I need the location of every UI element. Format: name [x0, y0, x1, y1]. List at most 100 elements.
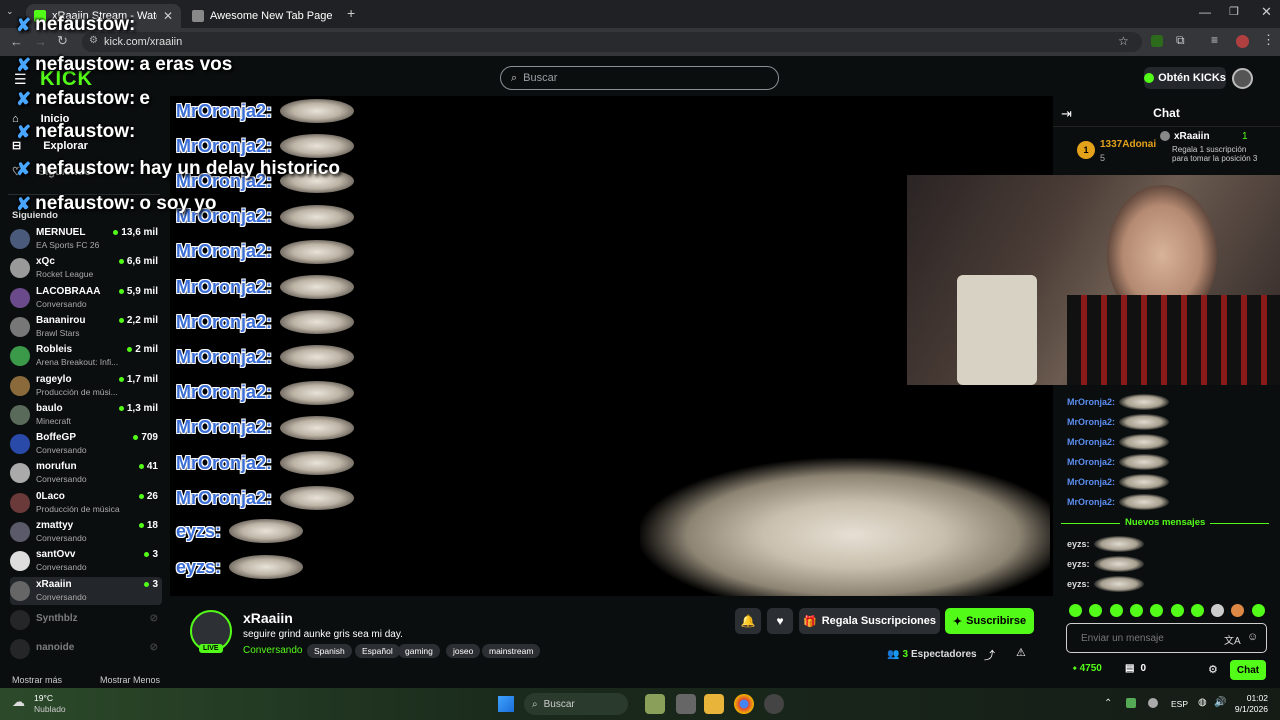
sidebar-item-channel[interactable]: Bananirou Brawl Stars 2,2 mil	[10, 313, 162, 341]
new-messages-label: Nuevos mensajes	[1120, 517, 1211, 528]
extensions-puzzle-icon[interactable]: ⧉	[1176, 33, 1185, 48]
chat-username[interactable]: MrOronja2:	[1067, 437, 1115, 447]
chat-username[interactable]: MrOronja2:	[1067, 477, 1115, 487]
chat-username[interactable]: MrOronja2:	[1067, 497, 1115, 507]
chat-username[interactable]: MrOronja2:	[1067, 417, 1115, 427]
points-display[interactable]: ▤ 0	[1125, 663, 1146, 674]
windows-start-icon[interactable]	[498, 696, 514, 712]
chat-username[interactable]: MrOronja2:	[1067, 457, 1115, 467]
sidebar-item-channel[interactable]: BoffeGP Conversando 709	[10, 430, 162, 458]
sidebar-item-channel[interactable]: Synthblz ⊘	[10, 606, 162, 634]
stream-tag[interactable]: gaming	[398, 644, 440, 658]
sidebar-item-channel[interactable]: zmattyy Conversando 18	[10, 518, 162, 546]
sidebar-item-channel[interactable]: xRaaiin Conversando 3	[10, 576, 162, 605]
minimize-icon[interactable]: —	[1199, 5, 1211, 19]
language-indicator[interactable]: ESP	[1171, 699, 1188, 709]
emoji-icon[interactable]: ☺	[1247, 631, 1258, 643]
live-dot-icon	[118, 288, 124, 294]
forward-icon[interactable]: →	[34, 34, 47, 49]
leaderboard-gift-user[interactable]: xRaaiin	[1174, 131, 1210, 142]
follow-heart-button[interactable]: ♥	[767, 608, 793, 634]
sidebar-item-channel[interactable]: xQc Rocket League 6,6 mil	[10, 254, 162, 282]
send-chat-button[interactable]: Chat	[1230, 660, 1266, 680]
get-kicks-button[interactable]: Obtén KICKs	[1144, 67, 1226, 89]
weather-cloud-icon[interactable]: ☁	[12, 694, 25, 710]
wifi-icon[interactable]: ◍	[1198, 697, 1207, 708]
bookmark-star-icon[interactable]: ☆	[1118, 34, 1129, 48]
cat-emote	[1119, 414, 1170, 430]
maximize-icon[interactable]: ❐	[1229, 5, 1239, 18]
show-less-link[interactable]: Mostrar Menos	[100, 675, 160, 685]
sidebar-item-channel[interactable]: 0Laco Producción de música 26	[10, 489, 162, 517]
emote-icon[interactable]	[1170, 604, 1184, 617]
notification-bell-button[interactable]: 🔔	[735, 608, 761, 634]
sidebar-item-channel[interactable]: rageylo Producción de músi... 1,7 mil	[10, 372, 162, 400]
stream-tag[interactable]: mainstream	[482, 644, 541, 658]
get-kicks-label: Obtén KICKs	[1158, 72, 1226, 84]
tray-app-icon[interactable]	[1148, 698, 1158, 708]
sidebar-item-channel[interactable]: nanoide ⊘	[10, 635, 162, 663]
stream-tag[interactable]: joseo	[446, 644, 481, 658]
chat-settings-icon[interactable]: ⚙	[1208, 663, 1218, 676]
user-avatar[interactable]	[1232, 68, 1253, 89]
profile-avatar[interactable]	[1236, 35, 1249, 48]
chrome-icon[interactable]	[734, 694, 754, 714]
subscribe-button[interactable]: ✦ Suscribirse	[945, 608, 1034, 634]
video-chat-username: eyzs:	[176, 520, 222, 541]
reading-list-icon[interactable]: ≡	[1211, 33, 1218, 47]
taskbar-search-label: Buscar	[543, 698, 575, 710]
sidebar-item-channel[interactable]: LACOBRAAA Conversando 5,9 mil	[10, 284, 162, 312]
report-icon[interactable]: ⚠	[1016, 646, 1026, 659]
live-dot-icon	[118, 317, 124, 323]
search-input[interactable]: ⌕ Buscar	[500, 66, 779, 90]
show-more-link[interactable]: Mostrar más	[12, 675, 62, 685]
chat-input[interactable]: Enviar un mensaje 文A ☺	[1066, 623, 1267, 653]
taskbar-app-icon[interactable]	[676, 694, 696, 714]
browser-menu-icon[interactable]: ⋮	[1262, 32, 1275, 48]
sidebar-item-channel[interactable]: baulo Minecraft 1,3 mil	[10, 401, 162, 429]
sidebar-item-channel[interactable]: Robleis Arena Breakout: Infi... 2 mil	[10, 342, 162, 370]
close-window-icon[interactable]: ✕	[1261, 4, 1272, 20]
leaderboard-top-user[interactable]: 1337Adonai	[1100, 139, 1156, 150]
emote-icon[interactable]	[1251, 604, 1265, 617]
chat-username[interactable]: eyzs:	[1067, 539, 1090, 549]
tab-new-tab[interactable]: Awesome New Tab Page ✕	[184, 4, 340, 28]
streamer-name[interactable]: xRaaiin	[243, 610, 293, 626]
sidebar-item-channel[interactable]: morufun Conversando 41	[10, 459, 162, 487]
stream-tag[interactable]: Español	[355, 644, 400, 658]
back-icon[interactable]: ←	[10, 34, 23, 49]
share-icon[interactable]: ⤴	[984, 647, 995, 663]
url-field[interactable]: ⚙ kick.com/xraaiin ☆	[82, 32, 1142, 52]
stream-tag[interactable]: Spanish	[307, 644, 352, 658]
chat-username[interactable]: MrOronja2:	[1067, 397, 1115, 407]
chat-username[interactable]: eyzs:	[1067, 579, 1090, 589]
viewers-number: 3	[902, 649, 909, 660]
clock-time[interactable]: 01:02	[1238, 693, 1268, 703]
extension-icon[interactable]	[1151, 35, 1163, 47]
taskbar-app-icon[interactable]	[645, 694, 665, 714]
category-link[interactable]: Conversando	[243, 645, 302, 656]
taskbar-search[interactable]: ⌕ Buscar	[524, 693, 628, 715]
emote-icon[interactable]	[1109, 604, 1123, 617]
clock-date[interactable]: 9/1/2026	[1228, 704, 1268, 714]
translate-icon[interactable]: 文A	[1224, 632, 1241, 647]
tray-app-icon[interactable]	[1126, 698, 1136, 708]
close-tab-icon[interactable]: ✕	[163, 9, 173, 23]
chat-message: MrOronja2:	[1067, 473, 1170, 491]
emote-icon[interactable]	[1211, 604, 1225, 617]
taskbar-app-icon[interactable]	[764, 694, 784, 714]
volume-icon[interactable]: 🔊	[1214, 697, 1226, 708]
emote-icon[interactable]	[1190, 604, 1204, 617]
site-info-icon[interactable]: ⚙	[89, 35, 98, 46]
emote-icon[interactable]	[1129, 604, 1143, 617]
sidebar-item-channel[interactable]: santOvv Conversando 3	[10, 547, 162, 575]
tray-chevron-icon[interactable]: ⌃	[1104, 698, 1112, 709]
chat-username[interactable]: eyzs:	[1067, 559, 1090, 569]
file-explorer-icon[interactable]	[704, 694, 724, 714]
new-tab-icon[interactable]: +	[347, 5, 355, 21]
emote-icon[interactable]	[1069, 604, 1082, 617]
close-tab-icon[interactable]: ✕	[339, 9, 341, 23]
sidebar-item-channel[interactable]: MERNUEL EA Sports FC 26 13,6 mil	[10, 225, 162, 253]
gift-subs-button[interactable]: 🎁 Regala Suscripciones	[799, 608, 940, 634]
kicks-balance[interactable]: ⬩ 4750	[1073, 663, 1102, 674]
